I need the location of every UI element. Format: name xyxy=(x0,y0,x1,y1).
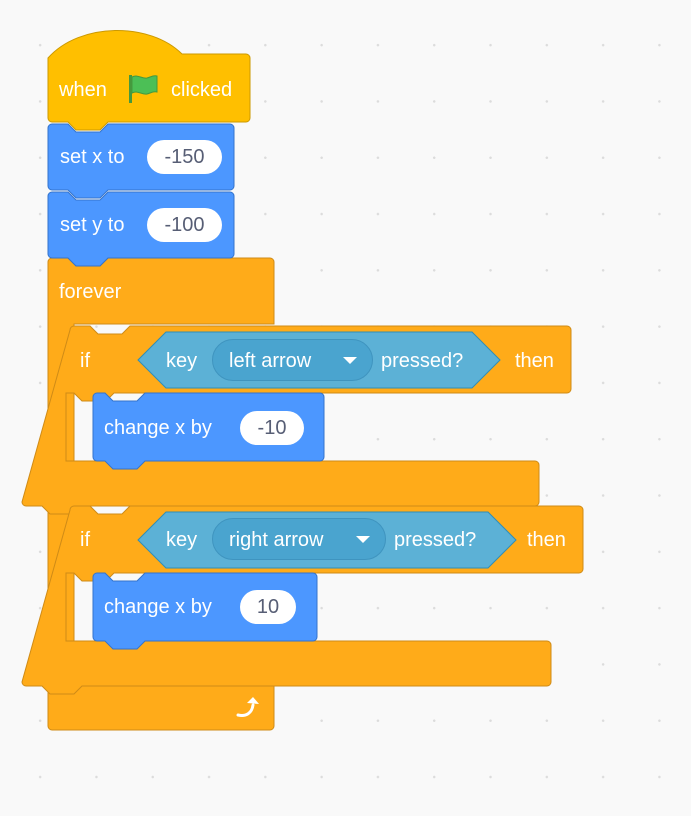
pressed-label: pressed? xyxy=(394,529,477,551)
hat-label-when: when xyxy=(59,79,107,101)
change-x-label: change x by xyxy=(104,417,212,439)
if-label: if xyxy=(80,529,90,551)
key-dropdown-right[interactable]: right arrow xyxy=(212,518,386,560)
key-dropdown-value: right arrow xyxy=(229,529,324,551)
change-x-label: change x by xyxy=(104,596,212,618)
set-y-value-input[interactable]: -100 xyxy=(147,208,222,242)
hat-label-clicked: clicked xyxy=(171,79,233,101)
change-x-value-input[interactable]: 10 xyxy=(240,590,296,624)
dropdown-caret-icon xyxy=(343,357,357,364)
then-label: then xyxy=(515,350,554,372)
key-label: key xyxy=(166,350,198,372)
forever-label: forever xyxy=(59,281,122,303)
key-label: key xyxy=(166,529,198,551)
script-stack xyxy=(21,30,584,731)
set-x-value-input[interactable]: -150 xyxy=(147,140,222,174)
set-y-label: set y to xyxy=(60,214,125,236)
change-x-value-input[interactable]: -10 xyxy=(240,411,304,445)
dropdown-caret-icon xyxy=(356,536,370,543)
set-x-label: set x to xyxy=(60,146,125,168)
key-dropdown-value: left arrow xyxy=(229,350,312,372)
then-label: then xyxy=(527,529,566,551)
pressed-label: pressed? xyxy=(381,350,464,372)
key-dropdown-left[interactable]: left arrow xyxy=(212,339,373,381)
if-label: if xyxy=(80,350,90,372)
